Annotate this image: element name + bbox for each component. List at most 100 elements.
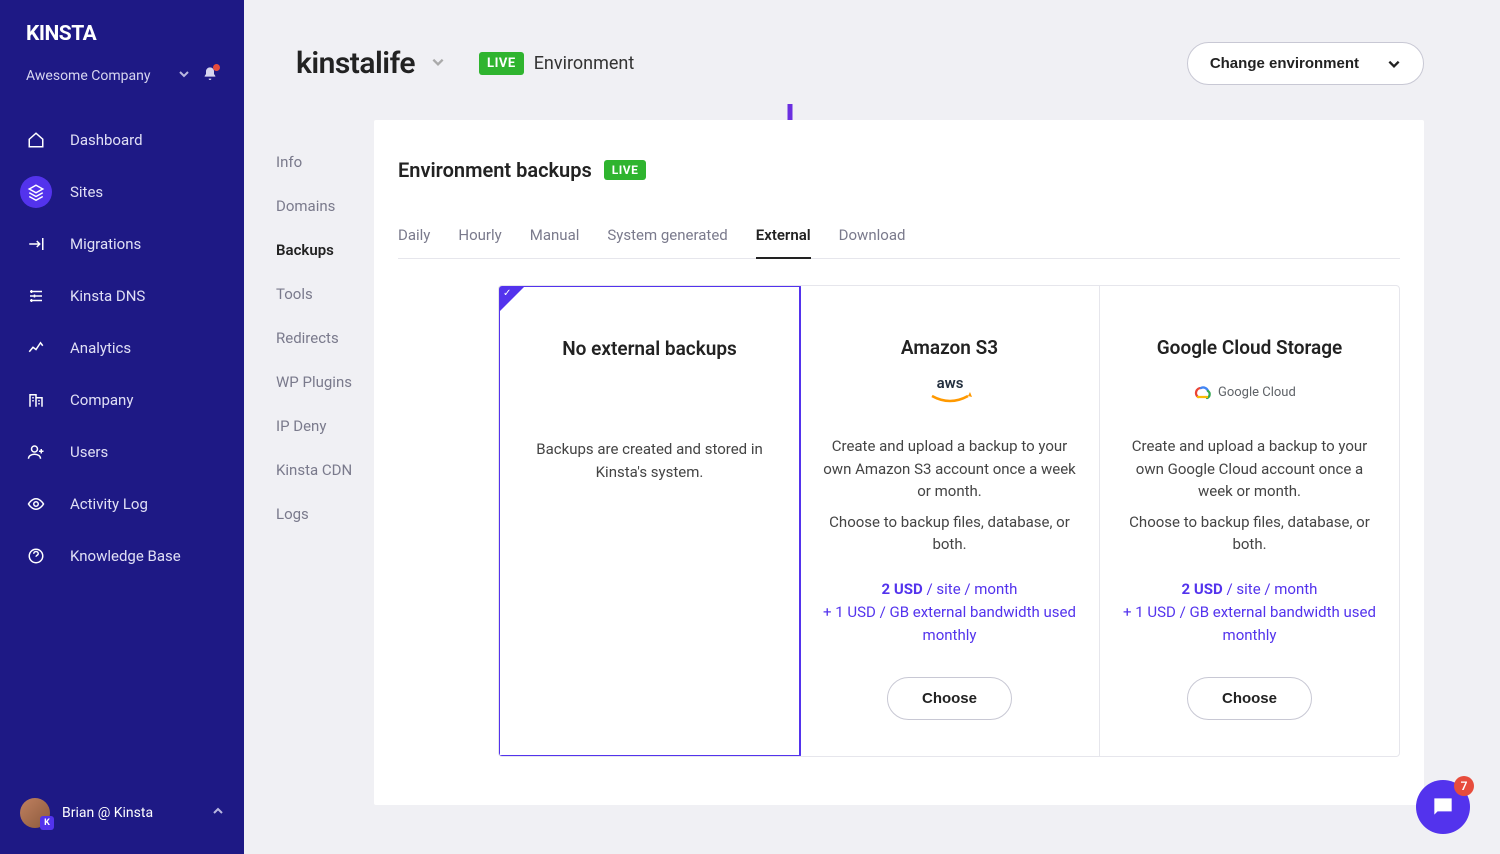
card-desc: Backups are created and stored in Kinsta…	[522, 438, 777, 483]
nav-label: Migrations	[70, 235, 141, 253]
site-subnav: Info Domains Backups Tools Redirects WP …	[244, 0, 374, 854]
subnav-ip-deny[interactable]: IP Deny	[276, 404, 374, 448]
home-icon	[27, 131, 45, 149]
analytics-icon	[27, 339, 45, 357]
migrate-icon	[27, 235, 45, 253]
nav-users[interactable]: Users	[0, 426, 244, 478]
change-env-label: Change environment	[1210, 55, 1359, 72]
nav-label: Activity Log	[70, 495, 148, 513]
avatar: K	[20, 798, 50, 828]
main-panel: Environment backups LIVE Daily Hourly Ma…	[374, 120, 1424, 805]
tab-hourly[interactable]: Hourly	[458, 218, 501, 258]
subnav-redirects[interactable]: Redirects	[276, 316, 374, 360]
site-dropdown[interactable]	[431, 54, 445, 73]
card-google-cloud: Google Cloud Storage Google Cloud Create…	[1100, 286, 1399, 756]
price-bold: 2 USD	[882, 580, 923, 598]
price-bold: 2 USD	[1182, 580, 1223, 598]
nav-label: Knowledge Base	[70, 547, 181, 565]
external-backup-cards: No external backups Backups are created …	[498, 285, 1400, 757]
panel-env-badge: LIVE	[604, 160, 647, 180]
nav-sites[interactable]: Sites	[0, 166, 244, 218]
nav-migrations[interactable]: Migrations	[0, 218, 244, 270]
svg-text:Google Cloud: Google Cloud	[1218, 385, 1296, 400]
site-title: kinstalife	[296, 46, 415, 81]
card-amazon-s3: Amazon S3 aws Create and upload a backup…	[800, 286, 1100, 756]
company-switcher[interactable]: Awesome Company	[0, 56, 244, 106]
nav-kb[interactable]: Knowledge Base	[0, 530, 244, 582]
dns-icon	[27, 287, 45, 305]
notification-dot	[213, 64, 220, 71]
tab-external[interactable]: External	[756, 218, 811, 258]
tab-system-generated[interactable]: System generated	[607, 218, 727, 258]
choose-gcs-button[interactable]: Choose	[1187, 677, 1312, 720]
chevron-down-icon	[431, 55, 445, 69]
help-icon	[27, 547, 45, 565]
subnav-cdn[interactable]: Kinsta CDN	[276, 448, 374, 492]
panel-header: Environment backups LIVE	[398, 158, 1400, 182]
user-name: Brian @ Kinsta	[62, 805, 153, 821]
nav-company[interactable]: Company	[0, 374, 244, 426]
subnav-domains[interactable]: Domains	[276, 184, 374, 228]
tab-manual[interactable]: Manual	[530, 218, 580, 258]
backup-tabs: Daily Hourly Manual System generated Ext…	[398, 218, 1400, 259]
env-badge: LIVE	[479, 52, 524, 75]
users-icon	[27, 443, 45, 461]
card-no-external[interactable]: No external backups Backups are created …	[498, 285, 801, 757]
nav-dns[interactable]: Kinsta DNS	[0, 270, 244, 322]
nav-dashboard[interactable]: Dashboard	[0, 114, 244, 166]
subnav-logs[interactable]: Logs	[276, 492, 374, 536]
tab-daily[interactable]: Daily	[398, 218, 430, 258]
brand-text: KINSTA	[26, 22, 96, 46]
subnav-backups[interactable]: Backups	[276, 228, 374, 272]
building-icon	[27, 391, 45, 409]
sidebar-user[interactable]: K Brian @ Kinsta	[0, 782, 244, 854]
chat-button[interactable]: 7	[1416, 780, 1470, 834]
card-desc: Create and upload a backup to your own A…	[822, 435, 1077, 503]
price-line2: + 1 USD / GB external bandwidth used mon…	[823, 603, 1076, 644]
nav-activity[interactable]: Activity Log	[0, 478, 244, 530]
nav-label: Sites	[70, 183, 103, 201]
page-header: kinstalife LIVE Environment Change envir…	[296, 42, 1468, 85]
price-rest: / site / month	[1223, 580, 1318, 598]
price-line2: + 1 USD / GB external bandwidth used mon…	[1123, 603, 1376, 644]
eye-icon	[27, 495, 45, 513]
nav-label: Company	[70, 391, 133, 409]
panel-title: Environment backups	[398, 158, 592, 182]
subnav-info[interactable]: Info	[276, 140, 374, 184]
chevron-down-icon	[178, 68, 190, 84]
subnav-tools[interactable]: Tools	[276, 272, 374, 316]
layers-icon	[27, 183, 45, 201]
card-desc2: Choose to backup files, database, or bot…	[822, 511, 1077, 556]
svg-text:aws: aws	[936, 374, 963, 392]
nav-label: Users	[70, 443, 108, 461]
card-title: Google Cloud Storage	[1122, 336, 1377, 359]
card-pricing: 2 USD / site / month + 1 USD / GB extern…	[822, 578, 1077, 648]
card-title: Amazon S3	[822, 336, 1077, 359]
chevron-down-icon	[1387, 57, 1401, 71]
nav-analytics[interactable]: Analytics	[0, 322, 244, 374]
nav-label: Kinsta DNS	[70, 287, 145, 305]
chevron-up-icon	[212, 805, 224, 821]
aws-logo-icon: aws	[822, 373, 1077, 409]
sidebar: KINSTA Awesome Company Dashboard Sites M…	[0, 0, 244, 854]
company-name: Awesome Company	[26, 68, 150, 84]
notifications-button[interactable]	[202, 66, 218, 86]
tab-download[interactable]: Download	[839, 218, 906, 258]
selected-check-icon	[500, 287, 524, 311]
chat-badge: 7	[1454, 776, 1474, 796]
env-label: Environment	[534, 53, 635, 74]
card-title: No external backups	[522, 337, 777, 360]
chat-icon	[1430, 794, 1456, 820]
google-cloud-logo-icon: Google Cloud	[1122, 373, 1377, 409]
logo: KINSTA	[0, 0, 244, 56]
nav-label: Dashboard	[70, 131, 143, 149]
subnav-wp-plugins[interactable]: WP Plugins	[276, 360, 374, 404]
card-pricing: 2 USD / site / month + 1 USD / GB extern…	[1122, 578, 1377, 648]
price-rest: / site / month	[923, 580, 1018, 598]
primary-nav: Dashboard Sites Migrations Kinsta DNS An…	[0, 106, 244, 590]
choose-s3-button[interactable]: Choose	[887, 677, 1012, 720]
card-desc2: Choose to backup files, database, or bot…	[1122, 511, 1377, 556]
avatar-badge: K	[40, 816, 54, 830]
nav-label: Analytics	[70, 339, 131, 357]
change-environment-button[interactable]: Change environment	[1187, 42, 1424, 85]
